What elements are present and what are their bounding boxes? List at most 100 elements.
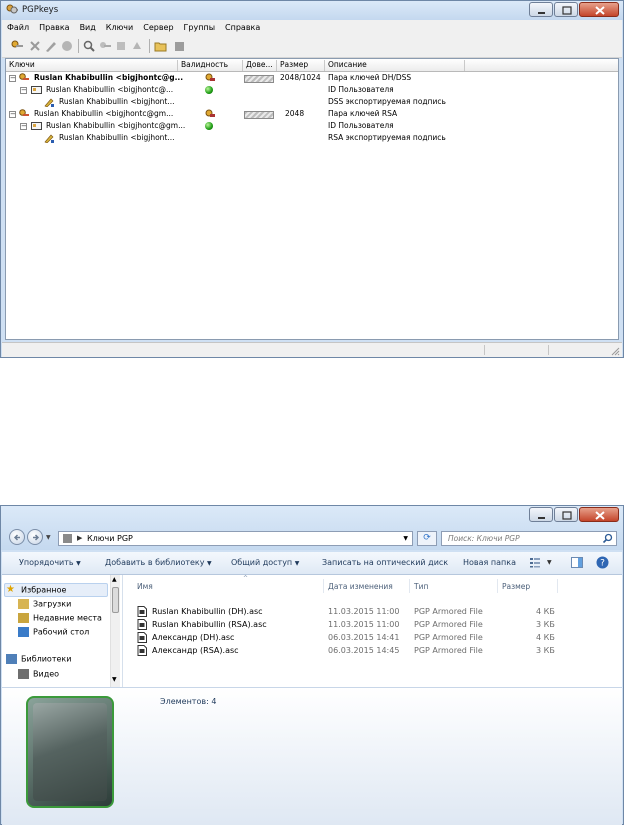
address-dropdown-icon[interactable]: ▼ bbox=[403, 535, 408, 542]
add-to-library-button[interactable]: Добавить в библиотеку ▼ bbox=[105, 558, 212, 567]
file-row[interactable]: Ruslan Khabibullin (RSA).asc 11.03.2015 … bbox=[123, 618, 622, 631]
help-icon[interactable]: ? bbox=[596, 556, 609, 569]
collapse-toggle[interactable]: − bbox=[9, 75, 16, 82]
key-size: 2048 bbox=[285, 109, 305, 118]
trust-bar bbox=[244, 75, 274, 83]
column-separator[interactable] bbox=[557, 579, 558, 593]
import-folder-icon[interactable] bbox=[154, 39, 168, 53]
key-row[interactable]: − Ruslan Khabibullin <bigjhontc@g... 204… bbox=[6, 72, 618, 84]
menu-keys[interactable]: Ключи bbox=[101, 23, 138, 32]
send-to-server-icon[interactable] bbox=[114, 39, 128, 53]
stop-icon[interactable] bbox=[172, 39, 186, 53]
chevron-down-icon: ▼ bbox=[294, 560, 300, 567]
minimize-button[interactable] bbox=[529, 2, 553, 17]
file-row[interactable]: Ruslan Khabibullin (DH).asc 11.03.2015 1… bbox=[123, 605, 622, 618]
sign-icon[interactable] bbox=[44, 39, 58, 53]
scroll-thumb[interactable] bbox=[112, 587, 119, 613]
user-id-row[interactable]: − Ruslan Khabibullin <bigjhontc@... ID П… bbox=[6, 84, 618, 96]
file-type: PGP Armored File bbox=[414, 607, 483, 616]
address-bar[interactable]: ▶ Ключи PGP ▼ bbox=[58, 531, 413, 546]
col-type[interactable]: Тип bbox=[414, 582, 428, 591]
nav-scrollbar[interactable]: ▲ ▼ bbox=[110, 575, 120, 687]
share-button[interactable]: Общий доступ ▼ bbox=[231, 558, 299, 567]
breadcrumb[interactable]: Ключи PGP bbox=[87, 534, 133, 543]
nav-downloads[interactable]: Загрузки bbox=[18, 599, 71, 609]
signature-row[interactable]: Ruslan Khabibullin <bigjhont... DSS эксп… bbox=[6, 96, 618, 108]
explorer-window: ▼ ▶ Ключи PGP ▼ ⟳ Поиск: Ключи PGP Упоря… bbox=[0, 505, 624, 825]
revoke-icon[interactable] bbox=[60, 39, 74, 53]
col-description[interactable]: Описание bbox=[325, 60, 465, 71]
forward-button[interactable] bbox=[27, 529, 43, 545]
file-row[interactable]: Александр (DH).asc 06.03.2015 14:41 PGP … bbox=[123, 631, 622, 644]
resize-grip-icon[interactable] bbox=[610, 346, 620, 356]
preview-pane-icon[interactable] bbox=[571, 557, 583, 568]
refresh-button[interactable]: ⟳ bbox=[417, 531, 437, 546]
pgp-file-icon bbox=[137, 606, 147, 617]
pgpkeys-titlebar[interactable]: PGPkeys bbox=[1, 1, 623, 20]
nav-favorites[interactable]: ★ Избранное bbox=[6, 585, 66, 595]
keys-app-icon bbox=[6, 4, 18, 14]
key-row[interactable]: − Ruslan Khabibullin <bigjhontc@gm... 20… bbox=[6, 108, 618, 120]
col-size[interactable]: Размер bbox=[502, 582, 530, 591]
delete-icon[interactable] bbox=[28, 39, 42, 53]
key-properties-icon[interactable] bbox=[98, 39, 112, 53]
key-name: Ruslan Khabibullin <bigjhontc@g... bbox=[34, 73, 184, 82]
pgp-file-icon bbox=[137, 619, 147, 630]
col-trust[interactable]: Дове... bbox=[243, 60, 277, 71]
scroll-up-icon[interactable]: ▲ bbox=[112, 576, 117, 583]
recent-pages-dropdown-icon[interactable]: ▼ bbox=[46, 534, 51, 541]
column-separator[interactable] bbox=[409, 579, 410, 593]
view-options-icon[interactable] bbox=[529, 557, 541, 568]
new-folder-button[interactable]: Новая папка bbox=[463, 558, 516, 567]
update-from-server-icon[interactable] bbox=[130, 39, 144, 53]
user-id-icon bbox=[31, 86, 42, 94]
nav-favorites-label: Избранное bbox=[21, 585, 67, 595]
column-separator[interactable] bbox=[497, 579, 498, 593]
maximize-button[interactable] bbox=[554, 507, 578, 522]
col-validity[interactable]: Валидность bbox=[178, 60, 243, 71]
close-button[interactable] bbox=[579, 507, 619, 522]
folder-icon bbox=[63, 534, 72, 543]
signature-row[interactable]: Ruslan Khabibullin <bigjhont... RSA эксп… bbox=[6, 132, 618, 144]
organize-button[interactable]: Упорядочить ▼ bbox=[19, 558, 81, 567]
menu-help[interactable]: Справка bbox=[220, 23, 265, 32]
window-controls bbox=[528, 507, 619, 523]
file-date: 06.03.2015 14:41 bbox=[328, 633, 400, 642]
user-id-row[interactable]: − Ruslan Khabibullin <bigjhontc@gm... ID… bbox=[6, 120, 618, 132]
menu-view[interactable]: Вид bbox=[75, 23, 101, 32]
col-name[interactable]: Имя bbox=[137, 582, 153, 591]
col-keys[interactable]: Ключи bbox=[6, 60, 178, 71]
search-icon[interactable] bbox=[602, 533, 613, 544]
col-size[interactable]: Размер bbox=[277, 60, 325, 71]
add-library-label: Добавить в библиотеку bbox=[105, 558, 205, 567]
new-key-icon[interactable] bbox=[10, 39, 24, 53]
collapse-toggle[interactable]: − bbox=[20, 87, 27, 94]
view-dropdown-icon[interactable]: ▼ bbox=[547, 559, 552, 566]
breadcrumb-arrow-icon[interactable]: ▶ bbox=[77, 534, 82, 542]
nav-video[interactable]: Видео bbox=[18, 669, 59, 679]
back-button[interactable] bbox=[9, 529, 25, 545]
burn-disc-button[interactable]: Записать на оптический диск bbox=[322, 558, 448, 567]
search-icon[interactable] bbox=[82, 39, 96, 53]
forward-arrow-icon bbox=[33, 534, 40, 541]
explorer-titlebar[interactable]: ▼ ▶ Ключи PGP ▼ ⟳ Поиск: Ключи PGP bbox=[1, 506, 623, 550]
nav-desktop[interactable]: Рабочий стол bbox=[18, 627, 89, 637]
column-separator[interactable] bbox=[323, 579, 324, 593]
menu-server[interactable]: Сервер bbox=[138, 23, 178, 32]
scroll-down-icon[interactable]: ▼ bbox=[112, 676, 117, 683]
menu-file[interactable]: Файл bbox=[2, 23, 34, 32]
menu-edit[interactable]: Правка bbox=[34, 23, 74, 32]
menu-groups[interactable]: Группы bbox=[179, 23, 220, 32]
search-input[interactable]: Поиск: Ключи PGP bbox=[441, 531, 617, 546]
minimize-button[interactable] bbox=[529, 507, 553, 522]
validity-key-icon bbox=[205, 73, 215, 81]
collapse-toggle[interactable]: − bbox=[20, 123, 27, 130]
file-row[interactable]: Александр (RSA).asc 06.03.2015 14:45 PGP… bbox=[123, 644, 622, 657]
nav-recent-places[interactable]: Недавние места bbox=[18, 613, 102, 623]
col-date[interactable]: Дата изменения bbox=[328, 582, 393, 591]
nav-libraries[interactable]: Библиотеки bbox=[6, 654, 71, 664]
file-name: Ruslan Khabibullin (DH).asc bbox=[152, 607, 263, 616]
close-button[interactable] bbox=[579, 2, 619, 17]
collapse-toggle[interactable]: − bbox=[9, 111, 16, 118]
maximize-button[interactable] bbox=[554, 2, 578, 17]
